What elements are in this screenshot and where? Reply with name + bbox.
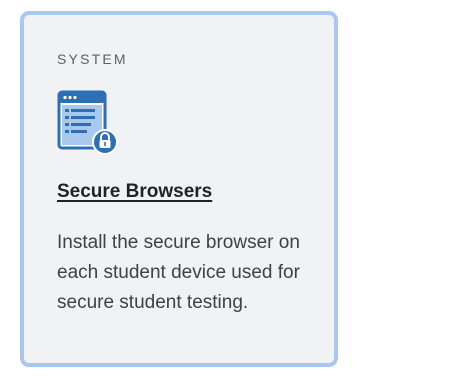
card-description: Install the secure browser on each stude… (57, 232, 300, 313)
secure-browsers-link[interactable]: Secure Browsers (57, 181, 212, 203)
card-category-label: SYSTEM (57, 51, 128, 67)
secure-browsers-card[interactable]: SYSTEM Secure Browsers Install the secur… (20, 11, 338, 367)
secure-browser-icon (56, 89, 120, 155)
